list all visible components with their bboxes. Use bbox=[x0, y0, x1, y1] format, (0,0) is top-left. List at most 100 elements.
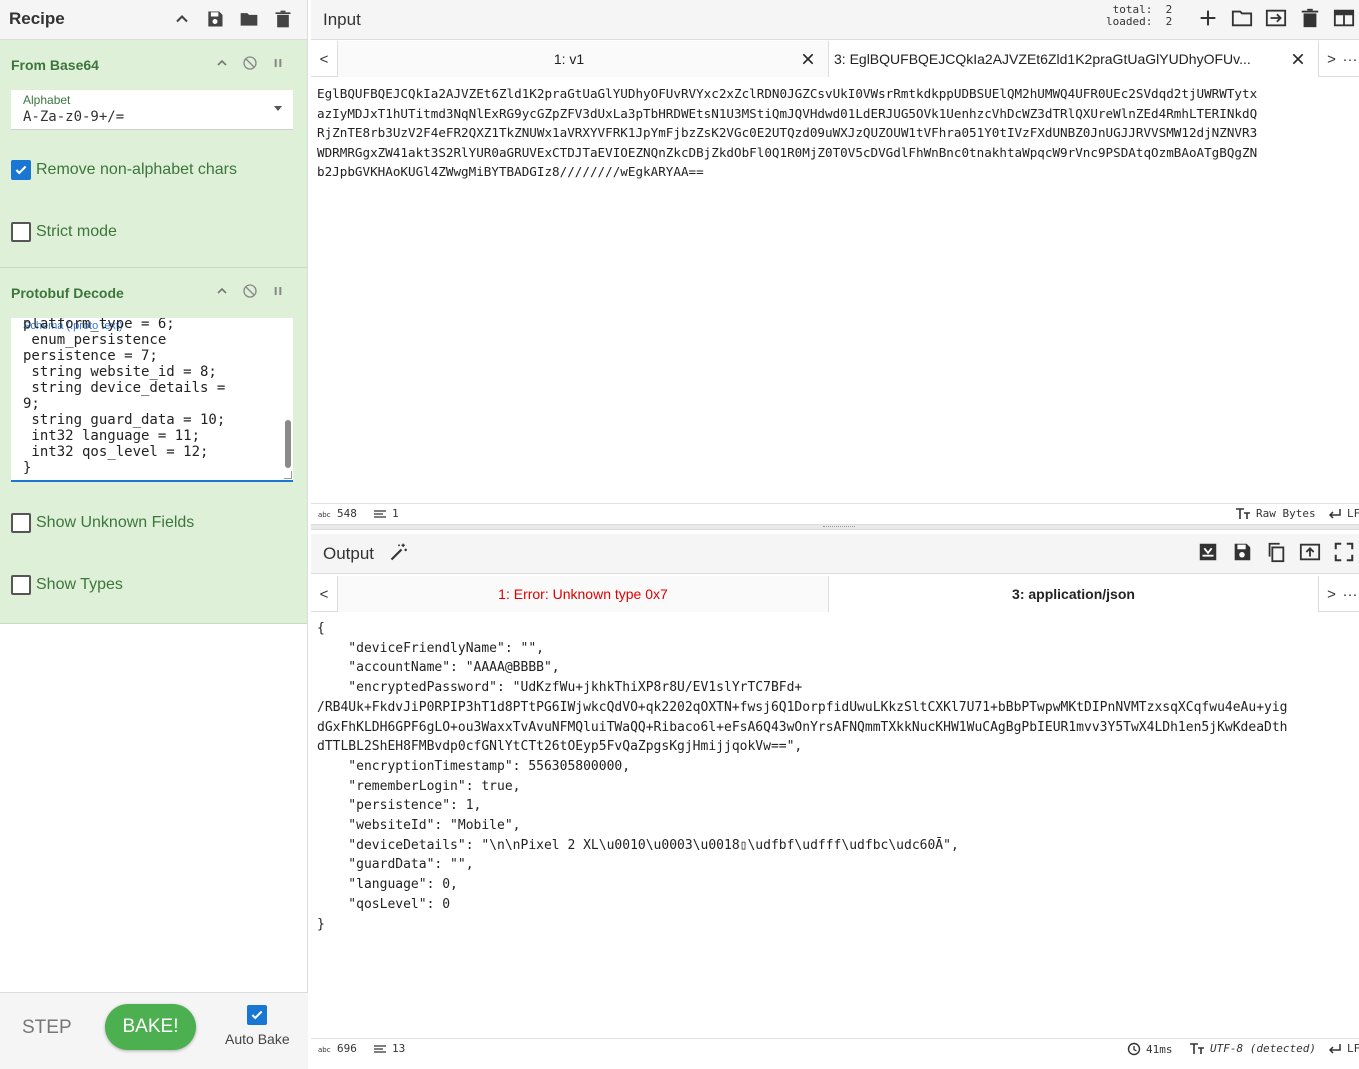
show-unknown-fields-checkbox[interactable]: Show Unknown Fields bbox=[11, 512, 194, 534]
output-encoding[interactable]: UTF-8 (detected) bbox=[1189, 1042, 1316, 1055]
clear-input-trash-icon[interactable] bbox=[1299, 7, 1321, 29]
alphabet-label: Alphabet bbox=[23, 93, 71, 107]
add-tab-plus-icon[interactable] bbox=[1197, 7, 1219, 29]
input-line-count: 1 bbox=[373, 507, 399, 520]
dropdown-caret-icon bbox=[274, 106, 282, 111]
show-types-checkbox[interactable]: Show Types bbox=[11, 574, 123, 596]
text-format-icon bbox=[1190, 1042, 1204, 1054]
char-count-icon: abc bbox=[318, 511, 331, 519]
output-tab-prev[interactable]: < bbox=[311, 576, 337, 612]
input-tab-3[interactable]: 3: EglBQUFBQEJCQkIa2AJVZEt6Zld1K2praGtUa… bbox=[828, 41, 1318, 77]
input-title: Input bbox=[323, 10, 361, 29]
collapse-operation-icon[interactable] bbox=[214, 283, 230, 299]
input-eol[interactable]: LF bbox=[1328, 507, 1359, 520]
text-format-icon bbox=[1236, 507, 1250, 519]
char-count-icon: abc bbox=[318, 1046, 331, 1054]
open-folder-icon[interactable] bbox=[1231, 7, 1253, 29]
collapse-all-icon[interactable] bbox=[172, 9, 192, 29]
resize-handle-icon[interactable] bbox=[284, 471, 292, 479]
disable-operation-icon[interactable] bbox=[242, 283, 258, 299]
output-tab-1[interactable]: 1: Error: Unknown type 0x7 bbox=[337, 576, 828, 612]
tab-label: 1: v1 bbox=[553, 51, 585, 67]
close-tab-icon[interactable] bbox=[800, 51, 816, 67]
output-line-count-value: 13 bbox=[392, 1042, 406, 1055]
eol-return-icon bbox=[1328, 1043, 1341, 1054]
maximise-output-icon[interactable] bbox=[1333, 541, 1355, 563]
checkbox-unchecked-icon[interactable] bbox=[11, 222, 31, 242]
input-stats: total: 2 loaded: 2 bbox=[1106, 4, 1172, 28]
schema-textarea[interactable]: Schema (.proto text) platform_type = 6; … bbox=[11, 318, 293, 482]
disable-operation-icon[interactable] bbox=[242, 55, 258, 71]
input-statusbar: abc 548 1 Raw Bytes LF bbox=[311, 503, 1359, 523]
io-resize-divider[interactable] bbox=[311, 524, 1359, 530]
checkbox-checked-icon[interactable] bbox=[11, 160, 31, 180]
input-format-value: Raw Bytes bbox=[1256, 507, 1316, 520]
divider-grip[interactable] bbox=[823, 526, 855, 528]
output-encoding-value: UTF-8 (detected) bbox=[1210, 1042, 1316, 1055]
load-recipe-folder-icon[interactable] bbox=[239, 9, 259, 29]
save-output-icon[interactable] bbox=[1231, 541, 1253, 563]
clock-icon bbox=[1127, 1042, 1141, 1056]
step-button[interactable]: STEP bbox=[22, 1017, 72, 1039]
input-tab-prev[interactable]: < bbox=[311, 41, 337, 77]
checkbox-unchecked-icon[interactable] bbox=[11, 575, 31, 595]
replace-input-icon[interactable] bbox=[1299, 541, 1321, 563]
output-tab-more[interactable]: ··· bbox=[1341, 576, 1359, 612]
clear-recipe-trash-icon[interactable] bbox=[273, 9, 293, 29]
magic-wand-icon[interactable] bbox=[389, 542, 409, 562]
checkbox-unchecked-icon[interactable] bbox=[11, 513, 31, 533]
layout-toggle-icon[interactable] bbox=[1333, 7, 1355, 29]
save-to-file-icon[interactable] bbox=[1197, 541, 1219, 563]
close-tab-icon[interactable] bbox=[1290, 51, 1306, 67]
output-eol[interactable]: LF bbox=[1328, 1042, 1359, 1055]
strict-mode-label: Strict mode bbox=[36, 223, 117, 240]
alphabet-select[interactable]: Alphabet A-Za-z0-9+/= bbox=[11, 90, 293, 130]
output-line-count: 13 bbox=[373, 1042, 405, 1055]
show-unknown-fields-label: Show Unknown Fields bbox=[36, 514, 195, 531]
alphabet-value: A-Za-z0-9+/= bbox=[23, 109, 125, 125]
loaded-value: 2 bbox=[1165, 15, 1173, 28]
bake-button[interactable]: BAKE! bbox=[105, 1004, 196, 1050]
pause-breakpoint-icon[interactable] bbox=[270, 283, 286, 299]
output-eol-value: LF bbox=[1347, 1042, 1359, 1055]
remove-non-alphabet-checkbox[interactable]: Remove non-alphabet chars bbox=[11, 159, 237, 181]
bake-controls: STEP BAKE! Auto Bake bbox=[0, 992, 308, 1069]
operation-from-base64[interactable]: From Base64 Alphabet A-Za-z0-9+/= Remove… bbox=[0, 40, 307, 268]
save-recipe-icon[interactable] bbox=[205, 9, 225, 29]
input-tab-more[interactable]: ··· bbox=[1341, 41, 1359, 77]
input-text: EglBQUFBQEJCQkIa2AJVZEt6Zld1K2praGtUaGlY… bbox=[317, 86, 1258, 179]
operation-title: From Base64 bbox=[11, 57, 99, 73]
tab-label: 3: EglBQUFBQEJCQkIa2AJVZEt6Zld1K2praGtUa… bbox=[834, 51, 1251, 67]
copy-output-icon[interactable] bbox=[1265, 541, 1287, 563]
open-file-input-icon[interactable] bbox=[1265, 7, 1287, 29]
svg-text:abc: abc bbox=[318, 511, 331, 519]
input-tab-1[interactable]: 1: v1 bbox=[337, 41, 828, 77]
remove-non-alphabet-label: Remove non-alphabet chars bbox=[36, 161, 238, 178]
output-tab-3[interactable]: 3: application/json bbox=[828, 576, 1318, 612]
auto-bake-checkbox[interactable] bbox=[247, 1005, 267, 1025]
input-line-count-value: 1 bbox=[392, 507, 399, 520]
eol-return-icon bbox=[1328, 508, 1341, 519]
collapse-operation-icon[interactable] bbox=[214, 55, 230, 71]
bake-time: 41ms bbox=[1127, 1042, 1173, 1056]
input-eol-value: LF bbox=[1347, 507, 1359, 520]
input-textarea[interactable]: EglBQUFBQEJCQkIa2AJVZEt6Zld1K2praGtUaGlY… bbox=[311, 84, 1359, 502]
strict-mode-checkbox[interactable]: Strict mode bbox=[11, 221, 117, 243]
output-textarea[interactable]: { "deviceFriendlyName": "", "accountName… bbox=[311, 619, 1359, 1037]
input-header: Input total: 2 loaded: 2 bbox=[311, 0, 1359, 40]
show-types-label: Show Types bbox=[36, 576, 123, 593]
output-tabbar: < 1: Error: Unknown type 0x7 3: applicat… bbox=[311, 576, 1359, 612]
input-char-count: abc 548 bbox=[318, 507, 357, 520]
input-format[interactable]: Raw Bytes bbox=[1235, 507, 1316, 520]
recipe-title: Recipe bbox=[9, 9, 65, 28]
tab-label: 3: application/json bbox=[1012, 586, 1135, 602]
output-header: Output bbox=[311, 534, 1359, 574]
schema-scrollbar[interactable] bbox=[285, 420, 291, 468]
svg-text:abc: abc bbox=[318, 1046, 331, 1054]
operation-protobuf-decode[interactable]: Protobuf Decode Schema (.proto text) pla… bbox=[0, 268, 307, 624]
output-text: { "deviceFriendlyName": "", "accountName… bbox=[317, 621, 1288, 932]
schema-text: platform_type = 6; enum_persistence pers… bbox=[23, 318, 226, 476]
pause-breakpoint-icon[interactable] bbox=[270, 55, 286, 71]
output-title: Output bbox=[323, 544, 375, 563]
loaded-label: loaded: bbox=[1106, 15, 1153, 28]
